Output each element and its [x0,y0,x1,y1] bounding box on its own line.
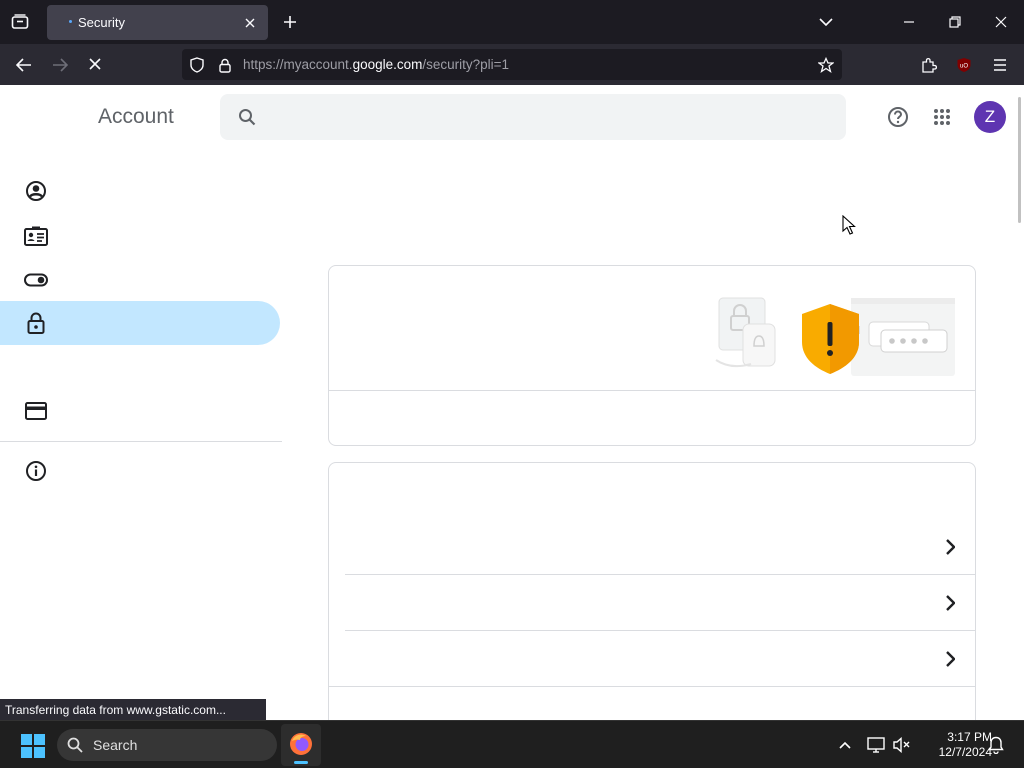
svg-text:uO: uO [960,64,968,70]
avatar[interactable]: Z [974,101,1006,133]
security-illustration [713,286,957,378]
tab-title: Security [78,15,125,30]
forward-arrow-icon[interactable] [48,53,72,77]
person-circle-icon[interactable] [24,179,48,203]
windows-start-icon[interactable] [20,733,45,758]
clock-date: 12/7/2024 [938,745,992,759]
taskbar-search[interactable]: Search [57,729,277,761]
list-item[interactable] [345,519,975,575]
menu-icon[interactable] [989,54,1011,76]
list-item[interactable] [345,575,975,631]
url-bar[interactable]: https://myaccount.google.com/security?pl… [182,49,842,80]
tab-list-chevron-icon[interactable] [815,11,837,33]
help-icon[interactable] [886,105,910,129]
toggle-icon[interactable] [24,268,48,292]
card-divider [329,390,975,391]
active-app-indicator [294,761,308,764]
volume-muted-icon[interactable] [892,735,912,755]
security-issues-card[interactable] [328,265,976,446]
window-close-icon[interactable] [990,11,1012,33]
tab-security[interactable]: Security [47,5,268,40]
close-icon[interactable] [241,14,259,32]
taskbar-clock[interactable]: 3:17 PM 12/7/2024 [916,730,992,760]
scrollbar[interactable] [1018,97,1021,223]
browser-tab-bar: Security [0,0,1024,44]
sidebar-divider [0,441,282,442]
status-text: Transferring data from www.gstatic.com..… [0,699,266,720]
firefox-icon [289,732,313,756]
mouse-cursor-icon [842,214,856,240]
stop-loading-icon[interactable] [84,53,106,75]
chevron-right-icon[interactable] [938,591,962,615]
taskbar: Search 3:17 PM 12/7/2024 [0,720,1024,768]
lock-icon[interactable] [24,311,48,335]
new-tab-icon[interactable] [279,11,301,33]
security-list-card [328,462,976,720]
tray-chevron-up-icon[interactable] [835,735,855,755]
network-icon[interactable] [866,735,886,755]
loading-dot [69,20,72,23]
lock-icon[interactable] [215,55,235,75]
bookmark-star-icon[interactable] [816,55,836,75]
chevron-right-icon[interactable] [938,535,962,559]
clock-time: 3:17 PM [947,730,992,744]
info-icon[interactable] [24,459,48,483]
taskbar-search-label: Search [93,737,138,753]
firefox-taskbar-item[interactable] [281,724,321,766]
notification-bell-icon[interactable] [986,735,1006,755]
search-icon[interactable] [236,106,258,128]
back-arrow-icon[interactable] [12,53,36,77]
search-icon [66,736,84,754]
tab-overview-icon[interactable] [8,11,32,33]
list-item[interactable] [345,631,975,687]
restore-icon[interactable] [944,11,966,33]
apps-grid-icon[interactable] [930,105,954,129]
ublock-icon[interactable]: uO [954,55,974,75]
account-title: Account [98,105,174,128]
shield-icon[interactable] [187,55,207,75]
search-input[interactable] [220,94,846,140]
id-card-icon[interactable] [24,224,48,248]
minimize-icon[interactable] [898,11,920,33]
url-text[interactable]: https://myaccount.google.com/security?pl… [243,57,509,72]
chevron-right-icon[interactable] [938,647,962,671]
row-divider [329,686,975,687]
credit-card-icon[interactable] [24,399,48,423]
extensions-icon[interactable] [918,54,940,76]
page-content: Account Z [0,85,1024,720]
